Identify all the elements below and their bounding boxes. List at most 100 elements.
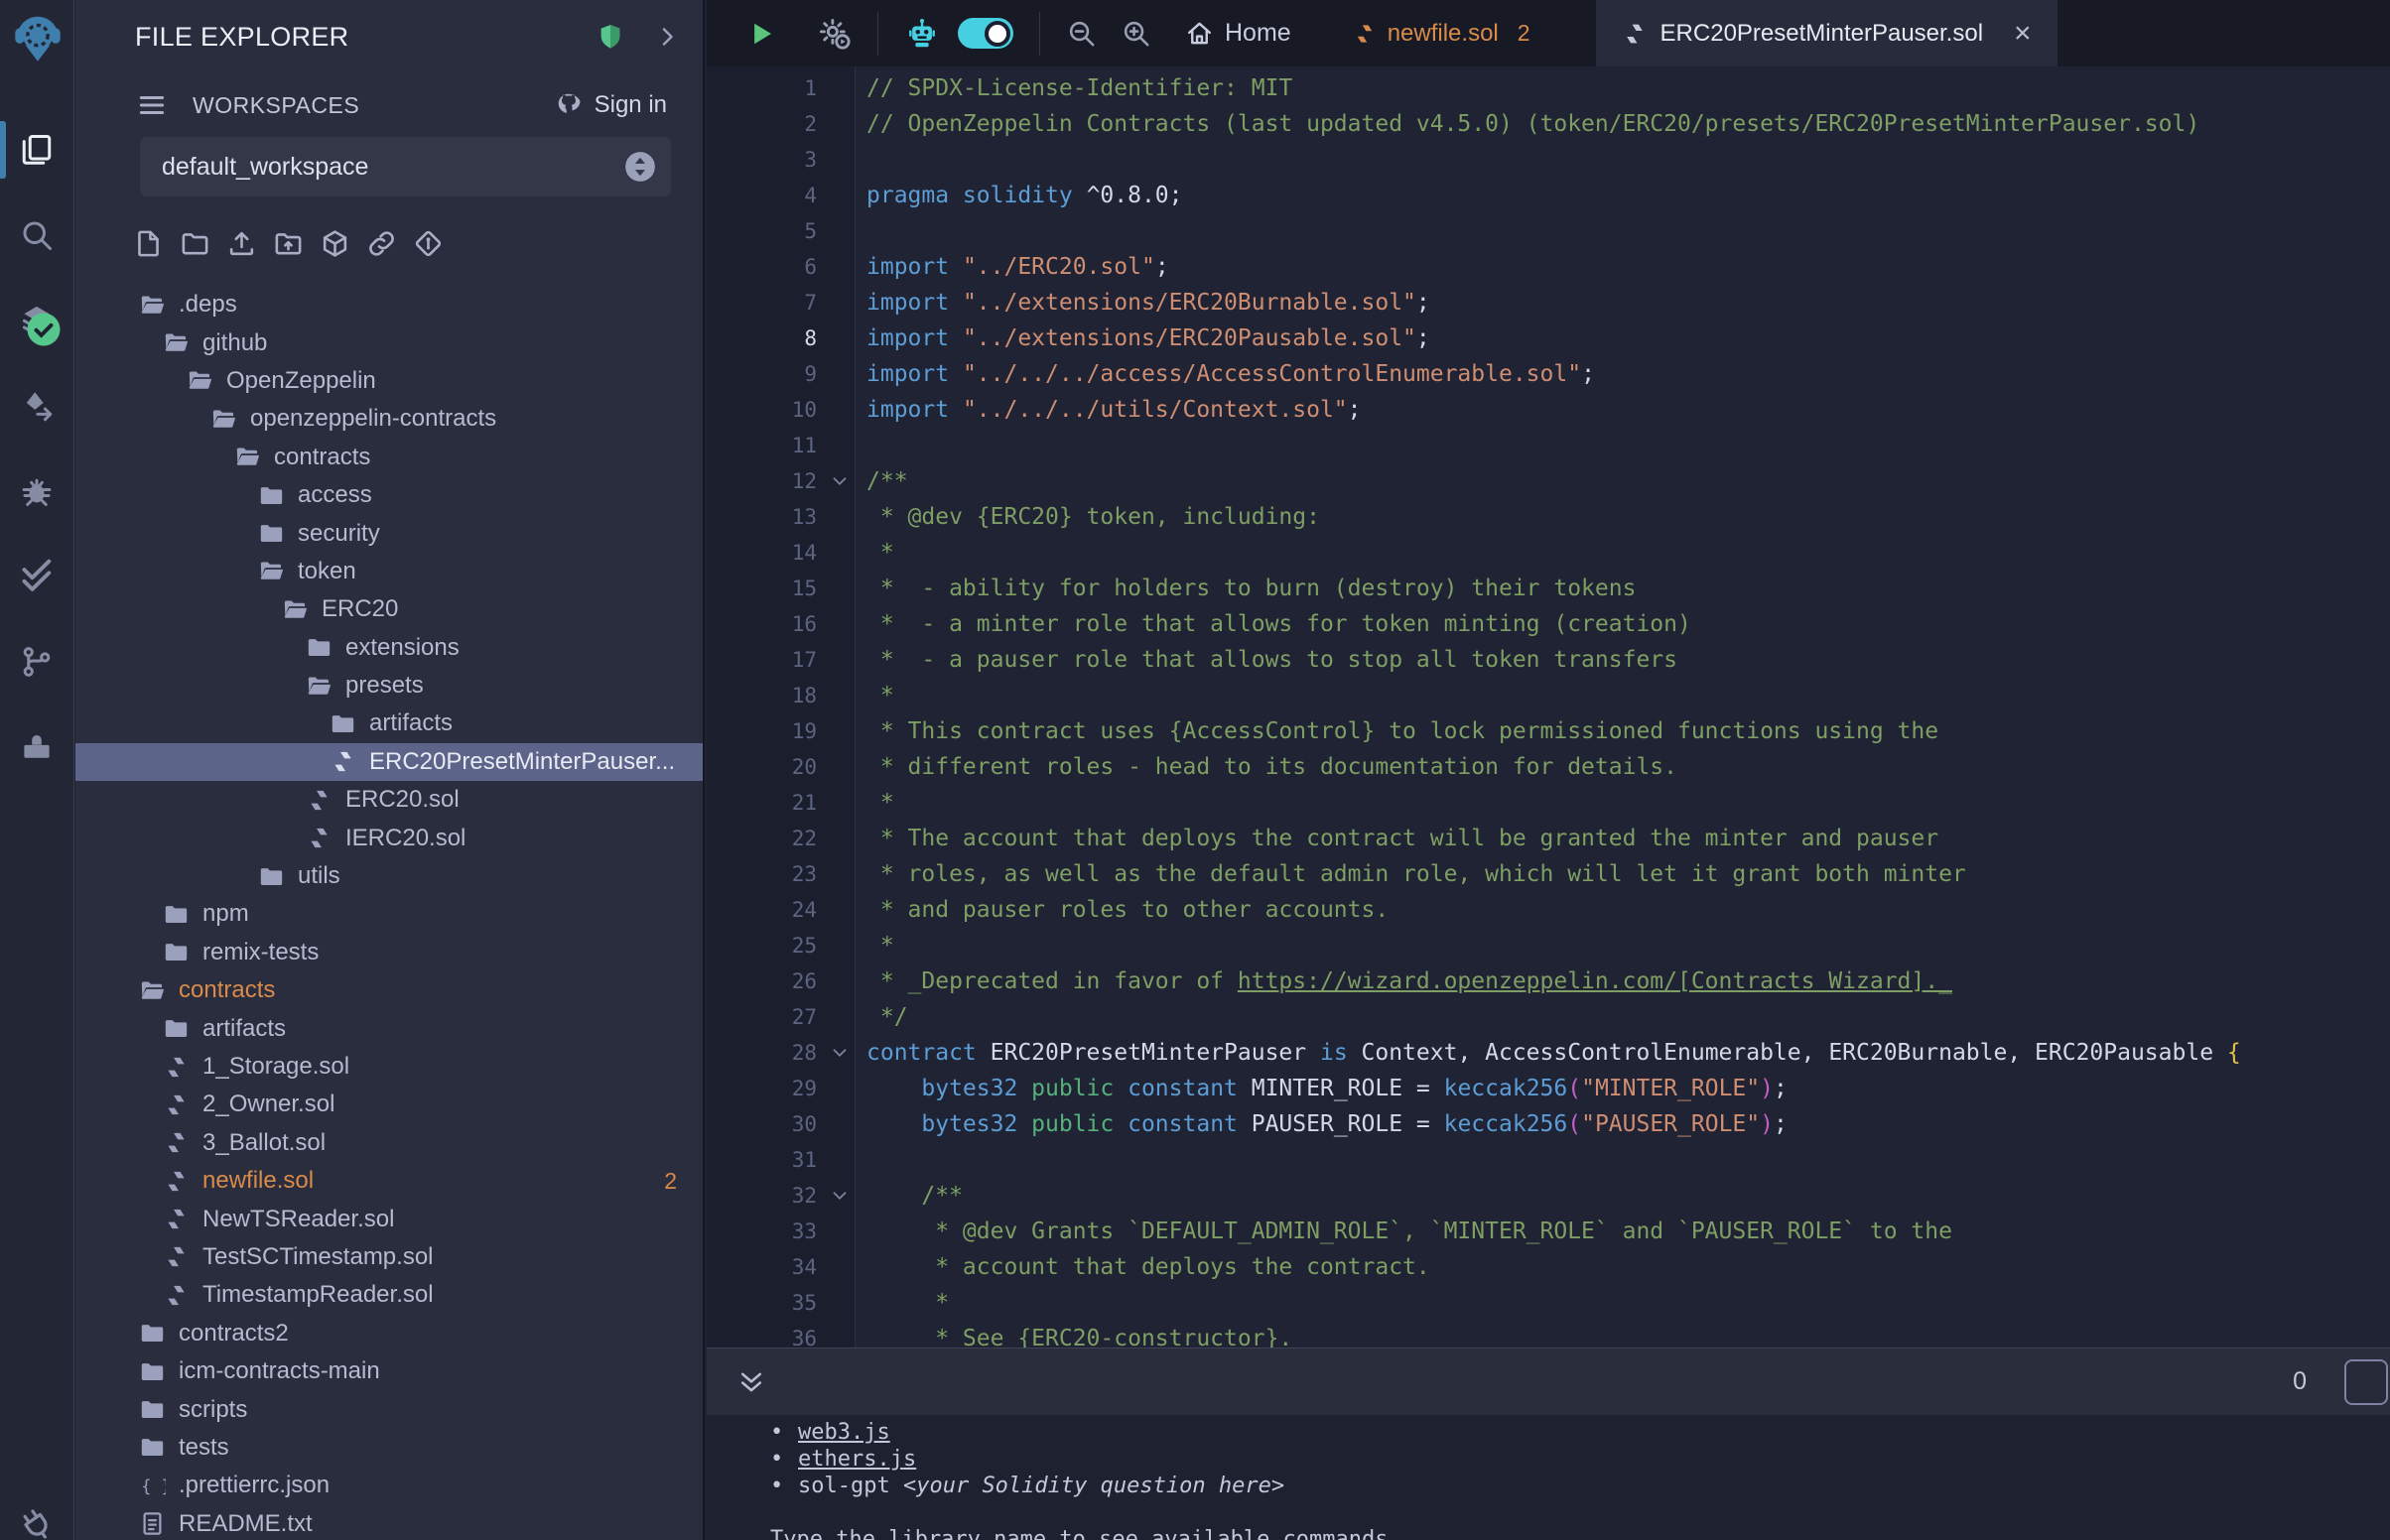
sol-icon — [306, 787, 332, 814]
close-tab-icon[interactable]: × — [2014, 19, 2032, 49]
tab-home[interactable]: Home — [1185, 19, 1291, 48]
activity-file-explorer[interactable] — [0, 107, 73, 192]
tab-erc20presetminterpauser-sol[interactable]: ERC20PresetMinterPauser.sol × — [1596, 0, 2058, 66]
link-button[interactable] — [366, 228, 397, 264]
tree-item-openzeppelin-contracts[interactable]: openzeppelin-contracts — [75, 400, 703, 438]
fold-chevron-icon[interactable] — [829, 1185, 851, 1207]
run-script-button[interactable] — [818, 17, 852, 51]
ai-assistant-button[interactable] — [904, 16, 940, 52]
fold-chevron-icon[interactable] — [829, 470, 851, 492]
upload-file-button[interactable] — [226, 228, 257, 264]
code-line-23: * roles, as well as the default admin ro… — [866, 856, 2390, 892]
line-number: 36 — [707, 1321, 855, 1348]
tab-newfile-sol[interactable]: newfile.sol 2 — [1353, 0, 1530, 66]
code-line-32: /** — [866, 1178, 2390, 1214]
code-line-19: * This contract uses {AccessControl} to … — [866, 713, 2390, 749]
zoom-in-button[interactable] — [1121, 18, 1151, 49]
activity-plugin-manager[interactable] — [0, 1490, 73, 1540]
tree-item-TestSCTimestamp.sol[interactable]: TestSCTimestamp.sol — [75, 1238, 703, 1276]
tree-item-extensions[interactable]: extensions — [75, 629, 703, 667]
compile-success-badge-icon — [26, 312, 62, 347]
new-folder-button[interactable] — [180, 228, 210, 264]
tree-item-contracts[interactable]: contracts — [75, 439, 703, 476]
tab-label: newfile.sol — [1388, 20, 1499, 48]
workspaces-menu-icon[interactable] — [137, 90, 167, 120]
code-line-18: * — [866, 678, 2390, 713]
tree-item-IERC20.sol[interactable]: IERC20.sol — [75, 819, 703, 856]
editor-code[interactable]: // SPDX-License-Identifier: MIT// OpenZe… — [856, 66, 2390, 1348]
cube-button[interactable] — [320, 228, 350, 264]
tree-item-README.txt[interactable]: README.txt — [75, 1505, 703, 1540]
expand-terminal-icon[interactable] — [736, 1367, 766, 1397]
tree-item-OpenZeppelin[interactable]: OpenZeppelin — [75, 362, 703, 400]
tree-item-label: TestSCTimestamp.sol — [202, 1243, 434, 1271]
tree-item-newfile.sol[interactable]: newfile.sol2 — [75, 1162, 703, 1200]
line-number: 4 — [707, 178, 855, 213]
shield-icon — [596, 21, 625, 53]
activity-plugins[interactable] — [0, 705, 73, 790]
workspace-selector[interactable]: default_workspace — [140, 137, 671, 196]
tree-item-2_Owner.sol[interactable]: 2_Owner.sol — [75, 1086, 703, 1123]
tree-item-github[interactable]: github — [75, 323, 703, 361]
tree-item-contracts[interactable]: contracts — [75, 971, 703, 1009]
tree-item-tests[interactable]: tests — [75, 1429, 703, 1467]
deploy-run-icon — [19, 388, 55, 424]
tree-item-token[interactable]: token — [75, 553, 703, 590]
terminal-link[interactable]: ethers.js — [798, 1447, 916, 1472]
sign-in-button[interactable]: Sign in — [553, 90, 667, 120]
tree-item-ERC20[interactable]: ERC20 — [75, 590, 703, 628]
zoom-out-button[interactable] — [1066, 18, 1097, 49]
line-number: 10 — [707, 392, 855, 428]
tree-item-.deps[interactable]: .deps — [75, 286, 703, 323]
git-clone-button[interactable] — [413, 228, 444, 264]
folder-closed-icon — [306, 634, 332, 661]
tree-item-access[interactable]: access — [75, 476, 703, 514]
tree-item-NewTSReader.sol[interactable]: NewTSReader.sol — [75, 1200, 703, 1237]
collapse-panel-icon[interactable] — [655, 25, 679, 49]
folder-closed-icon — [258, 482, 285, 509]
folder-closed-icon — [258, 520, 285, 547]
code-editor[interactable]: 1234567891011121314151617181920212223242… — [707, 66, 2390, 1348]
code-line-6: import "../ERC20.sol"; — [866, 249, 2390, 285]
ai-copilot-toggle[interactable] — [958, 18, 1013, 49]
terminal-search-box[interactable] — [2344, 1359, 2388, 1405]
tree-item-label: 1_Storage.sol — [202, 1053, 349, 1081]
tree-item-icm-contracts-main[interactable]: icm-contracts-main — [75, 1352, 703, 1390]
tree-item-ERC20.sol[interactable]: ERC20.sol — [75, 781, 703, 819]
activity-search[interactable] — [0, 192, 73, 278]
tree-item-.prettierrc.json[interactable]: { }.prettierrc.json — [75, 1467, 703, 1504]
tree-item-label: OpenZeppelin — [226, 367, 376, 395]
upload-folder-button[interactable] — [273, 228, 304, 264]
tree-item-artifacts[interactable]: artifacts — [75, 705, 703, 742]
activity-git[interactable] — [0, 619, 73, 705]
code-line-10: import "../../../utils/Context.sol"; — [866, 392, 2390, 428]
activity-unit-testing[interactable] — [0, 534, 73, 619]
tree-item-label: ERC20PresetMinterPauser... — [369, 748, 675, 776]
remix-logo[interactable] — [0, 0, 74, 77]
fold-chevron-icon[interactable] — [829, 1042, 851, 1064]
tree-item-remix-tests[interactable]: remix-tests — [75, 934, 703, 971]
activity-solidity-compiler[interactable] — [0, 278, 73, 363]
code-line-22: * The account that deploys the contract … — [866, 821, 2390, 856]
tree-item-scripts[interactable]: scripts — [75, 1390, 703, 1428]
folder-open-icon — [282, 596, 309, 623]
tree-item-utils[interactable]: utils — [75, 857, 703, 895]
activity-debugger[interactable] — [0, 449, 73, 534]
terminal-output[interactable]: •web3.js•ethers.js•sol-gpt <your Solidit… — [707, 1416, 2390, 1540]
tree-item-presets[interactable]: presets — [75, 667, 703, 705]
tree-item-label: presets — [345, 672, 424, 700]
tree-item-1_Storage.sol[interactable]: 1_Storage.sol — [75, 1048, 703, 1086]
tree-item-3_Ballot.sol[interactable]: 3_Ballot.sol — [75, 1124, 703, 1162]
tree-item-npm[interactable]: npm — [75, 895, 703, 933]
line-number: 6 — [707, 249, 855, 285]
tree-item-ERC20PresetMinterPauser...[interactable]: ERC20PresetMinterPauser... — [75, 743, 703, 781]
tree-item-security[interactable]: security — [75, 514, 703, 552]
line-number: 11 — [707, 428, 855, 463]
tree-item-contracts2[interactable]: contracts2 — [75, 1315, 703, 1352]
activity-deploy-run[interactable] — [0, 363, 73, 449]
tree-item-TimestampReader.sol[interactable]: TimestampReader.sol — [75, 1276, 703, 1314]
run-button[interactable] — [746, 18, 776, 50]
terminal-link[interactable]: web3.js — [798, 1420, 890, 1445]
new-file-button[interactable] — [133, 228, 164, 264]
tree-item-artifacts[interactable]: artifacts — [75, 1009, 703, 1047]
